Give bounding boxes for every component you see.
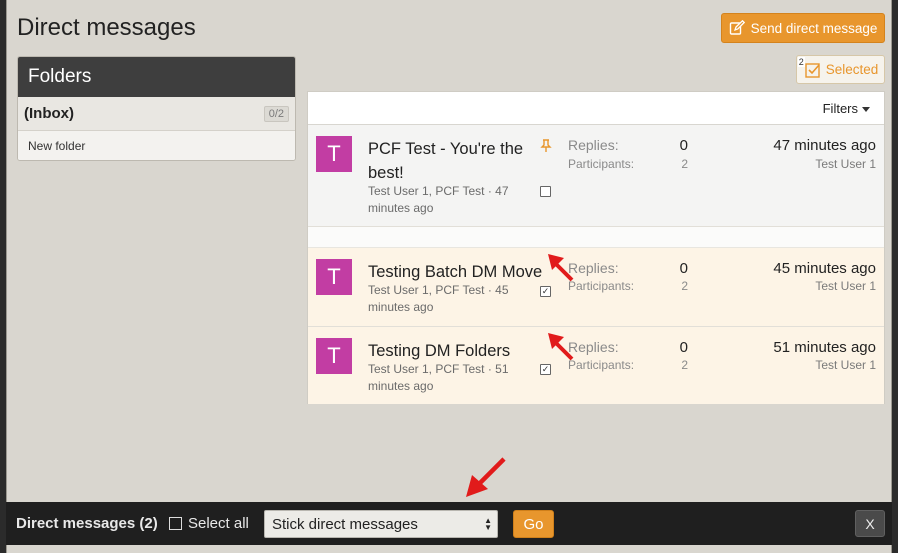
caret-down-icon [862,106,870,112]
replies-count: 0 [679,260,688,277]
select-all-toggle[interactable]: Select all [169,515,249,532]
participants-label: Participants: [568,157,635,171]
selected-button[interactable]: 2 Selected [796,55,885,84]
participants-count: 2 [681,358,688,372]
replies-label: Replies: [568,137,619,153]
replies-label: Replies: [568,260,619,276]
avatar[interactable]: T [316,136,352,172]
close-button[interactable]: X [855,510,885,537]
last-reply-user[interactable]: Test User 1 [815,358,876,372]
conversation-meta: Test User 1, PCF Test · 45 minutes ago [368,283,509,314]
last-reply-time[interactable]: 45 minutes ago [773,260,876,277]
thumbtack-icon [540,139,552,152]
checkbox-selected-icon: 2 [797,56,821,78]
folders-panel: Folders (Inbox) 0/2 New folder [17,56,296,161]
folders-heading: Folders [18,57,295,97]
folder-inbox-label: (Inbox) [24,105,74,122]
bulk-action-title: Direct messages (2) [16,515,158,532]
bulk-action-bar: Direct messages (2) Select all Stick dir… [6,502,892,545]
page-title: Direct messages [17,14,196,41]
bulk-action-select[interactable]: Stick direct messages ▲ ▼ [264,510,498,538]
app-window: Direct messages Send direct message 2 Se… [6,0,892,553]
edit-icon [729,20,745,35]
participants-count: 2 [681,157,688,171]
list-item[interactable]: T PCF Test - You're the best! Test User … [308,125,884,227]
avatar[interactable]: T [316,259,352,295]
conversation-title[interactable]: Testing Batch DM Move [368,260,558,284]
last-reply-user[interactable]: Test User 1 [815,157,876,171]
filters-label: Filters [822,100,858,116]
list-item[interactable]: T Testing Batch DM Move Test User 1, PCF… [308,248,884,327]
selected-count: 2 [797,56,805,67]
participants-label: Participants: [568,358,635,372]
conversation-meta: Test User 1, PCF Test · 51 minutes ago [368,362,509,393]
select-all-checkbox[interactable] [169,517,182,530]
send-direct-message-label: Send direct message [750,20,878,36]
bulk-action-value: Stick direct messages [272,515,418,533]
participants-count: 2 [681,279,688,293]
last-reply-time[interactable]: 51 minutes ago [773,339,876,356]
conversation-title[interactable]: Testing DM Folders [368,339,558,363]
message-list: Filters T PCF Test - You're the best! Te… [307,91,885,404]
select-all-label: Select all [188,515,249,532]
filters-button[interactable]: Filters [823,101,870,116]
selected-label: Selected [825,62,879,77]
filters-bar: Filters [308,92,884,125]
select-spinner-icon: ▲ ▼ [484,516,492,532]
replies-count: 0 [679,339,688,356]
avatar[interactable]: T [316,338,352,374]
new-folder-link[interactable]: New folder [18,131,295,160]
row-select-checkbox[interactable]: ✓ [540,286,551,297]
conversation-meta: Test User 1, PCF Test · 47 minutes ago [368,184,509,215]
participants-label: Participants: [568,279,635,293]
list-divider [308,227,884,248]
list-item[interactable]: T Testing DM Folders Test User 1, PCF Te… [308,327,884,404]
folder-inbox[interactable]: (Inbox) 0/2 [18,97,295,131]
send-direct-message-button[interactable]: Send direct message [721,13,885,43]
go-button[interactable]: Go [513,510,554,538]
last-reply-user[interactable]: Test User 1 [815,279,876,293]
replies-count: 0 [679,137,688,154]
row-select-checkbox[interactable] [540,186,551,197]
replies-label: Replies: [568,339,619,355]
last-reply-time[interactable]: 47 minutes ago [773,137,876,154]
folder-inbox-count-badge: 0/2 [263,105,289,122]
conversation-title[interactable]: PCF Test - You're the best! [368,137,533,185]
row-select-checkbox[interactable]: ✓ [540,364,551,375]
